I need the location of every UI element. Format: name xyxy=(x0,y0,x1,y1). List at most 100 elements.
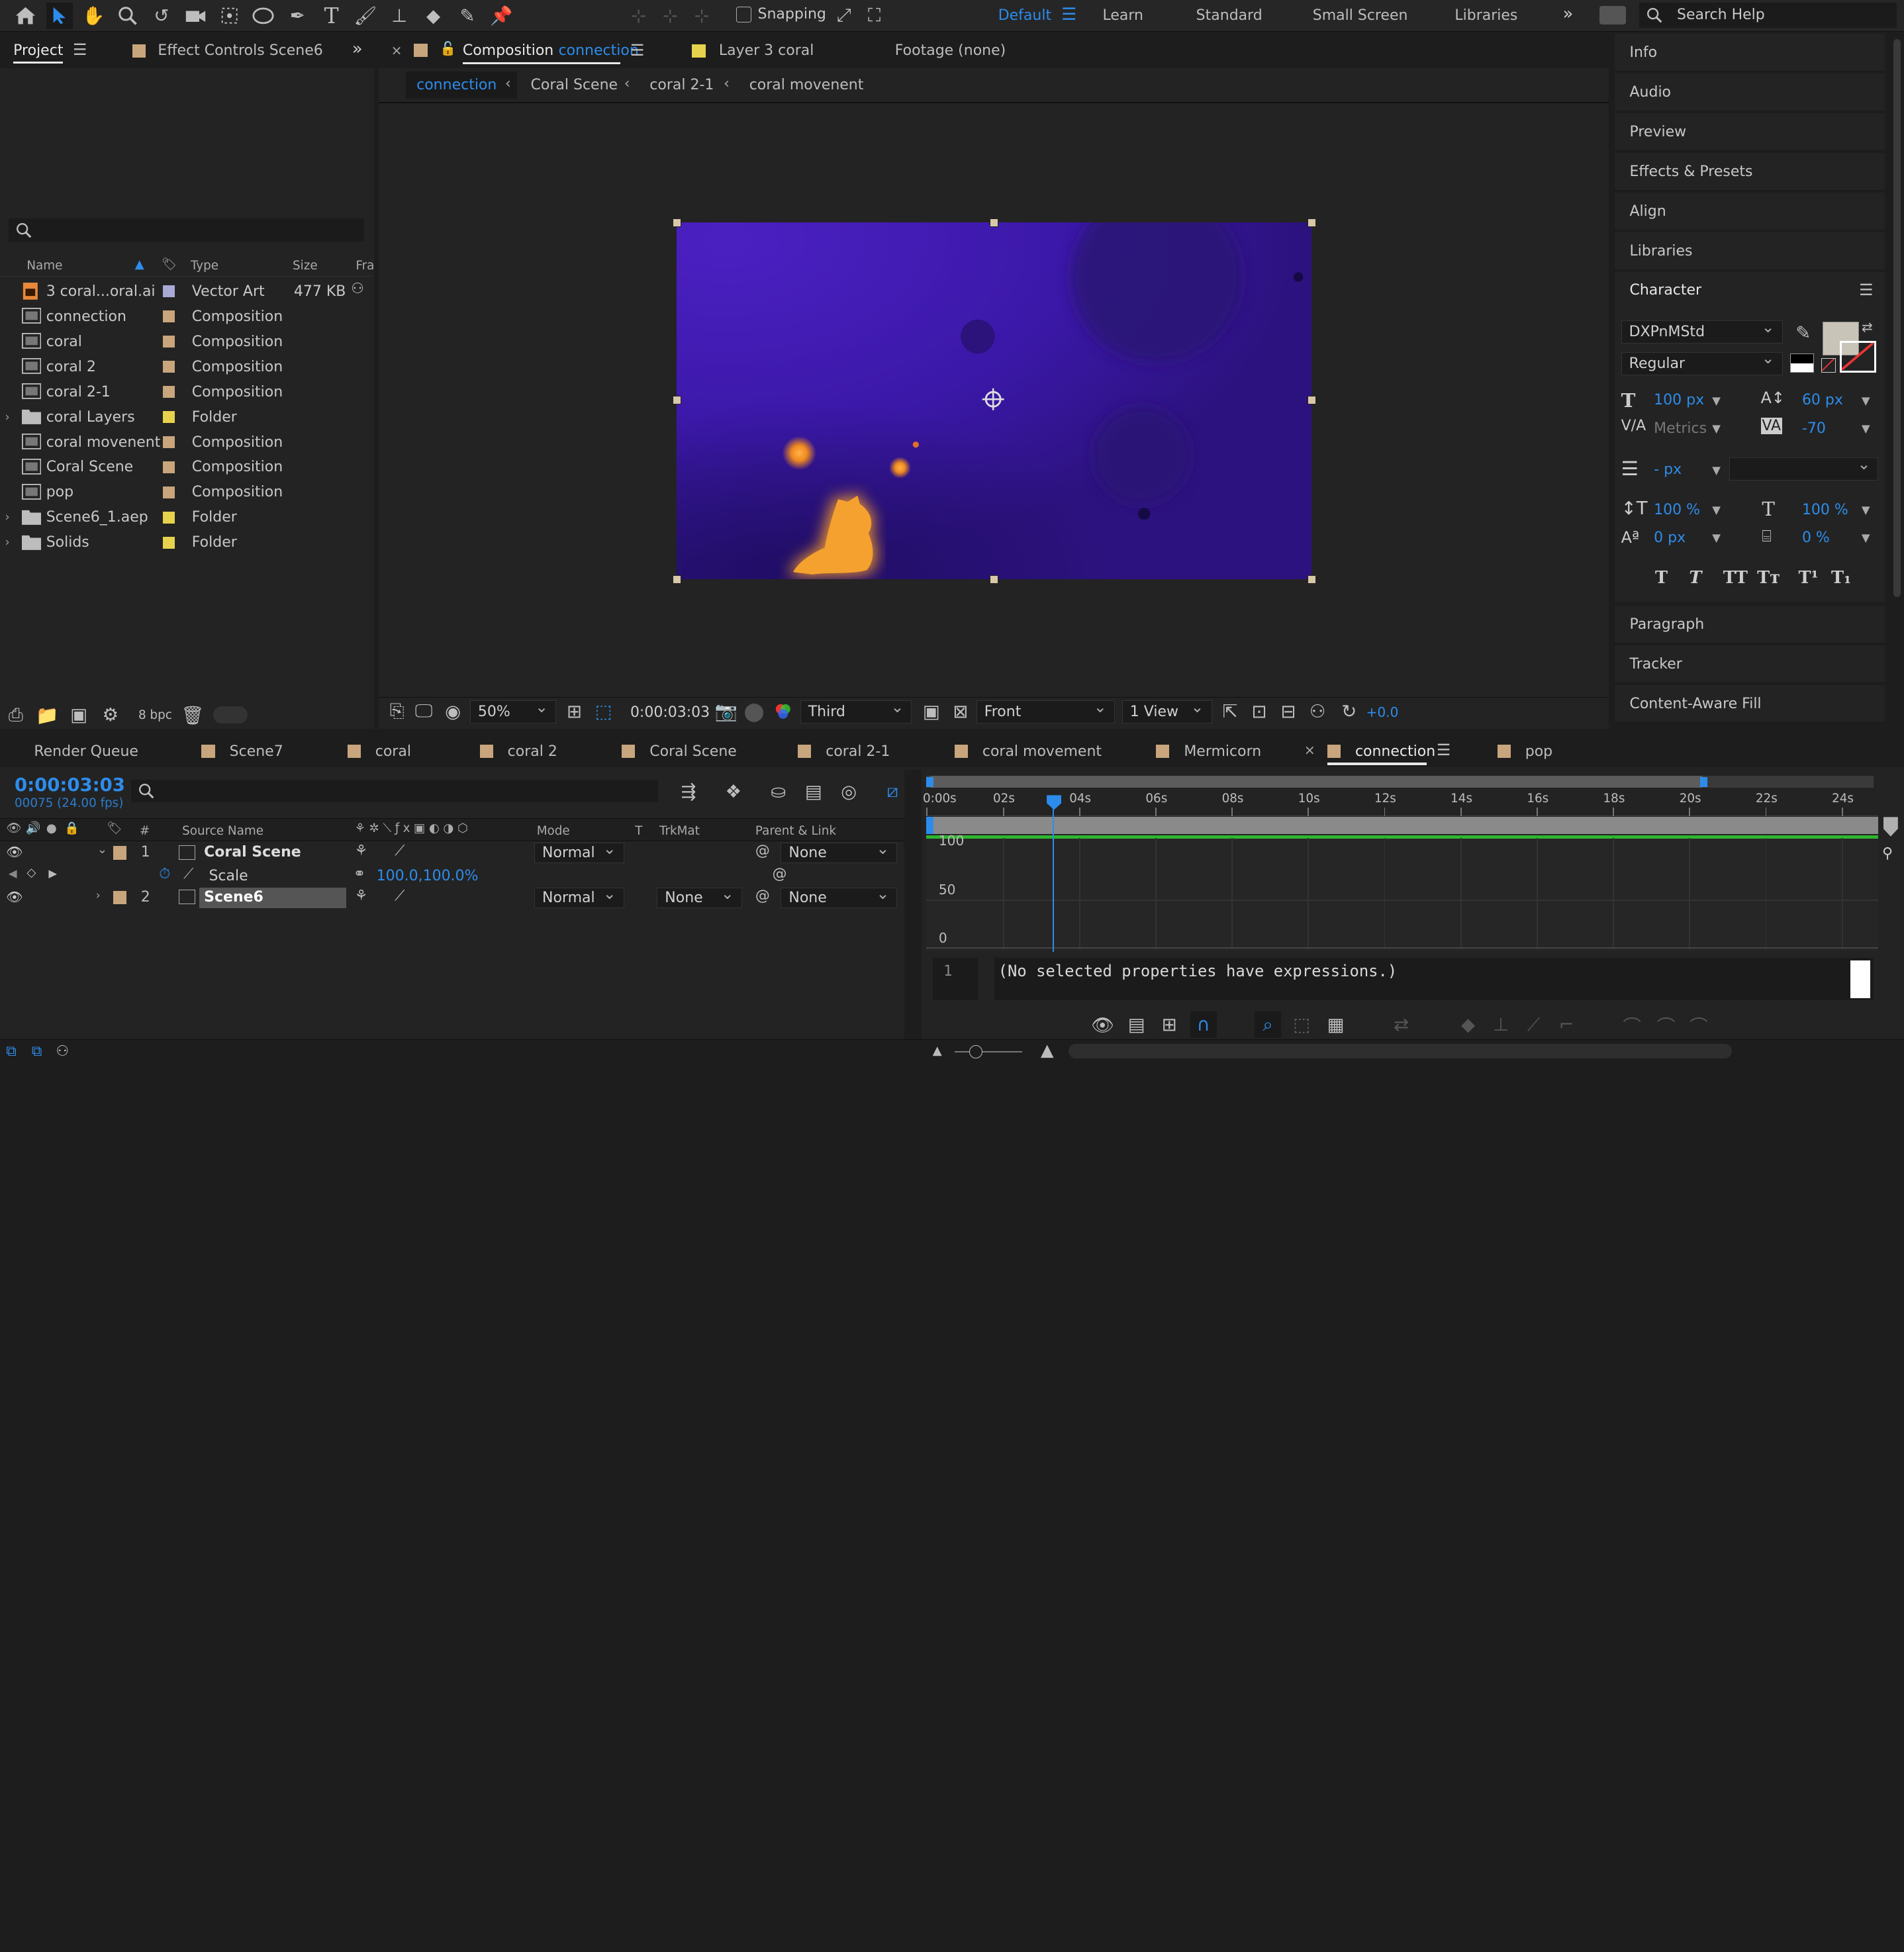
baseline-shift-arrow-icon[interactable]: ▼ xyxy=(1712,532,1721,544)
column-mode[interactable]: Mode xyxy=(537,824,570,838)
timeline-scrollbar[interactable] xyxy=(1069,1044,1732,1059)
project-item[interactable]: coral Composition xyxy=(0,330,371,354)
swap-colors-icon[interactable]: ⇄ xyxy=(1862,319,1873,335)
horizontal-scale-arrow-icon[interactable]: ▼ xyxy=(1862,504,1870,516)
type-tool-icon[interactable]: T xyxy=(318,3,344,29)
transform-handle[interactable] xyxy=(673,575,681,584)
timeline-icon[interactable]: ⊟ xyxy=(1275,698,1302,725)
panel-preview[interactable]: Preview xyxy=(1615,113,1885,152)
project-item-label[interactable] xyxy=(162,410,175,424)
anchor-point-icon[interactable] xyxy=(980,386,1006,412)
workspace-overflow-icon[interactable]: » xyxy=(1563,4,1574,24)
timeline-tab-coral-2-1[interactable]: coral 2-1 xyxy=(798,741,890,763)
video-column-icon[interactable]: 👁 xyxy=(6,821,21,835)
font-family-dropdown[interactable]: DXPnMStd xyxy=(1621,318,1783,344)
breadcrumb-coral-scene[interactable]: Coral Scene xyxy=(531,77,618,93)
pick-whip-icon[interactable]: @ xyxy=(755,843,770,859)
hold-keyframe-icon[interactable]: ⊥ xyxy=(1488,1011,1514,1038)
blend-mode-dropdown[interactable]: Normal xyxy=(534,839,624,864)
snapping-checkbox[interactable] xyxy=(736,6,752,23)
project-item-label[interactable] xyxy=(162,385,175,398)
leading-value[interactable]: 60 px xyxy=(1802,392,1843,408)
search-help-field[interactable]: Search Help xyxy=(1639,2,1897,28)
hand-tool-icon[interactable]: ✋ xyxy=(80,3,107,29)
vertical-scale-value[interactable]: 100 % xyxy=(1654,502,1700,518)
tsume-value[interactable]: 0 % xyxy=(1802,530,1830,546)
pick-whip-icon[interactable]: @ xyxy=(755,888,770,904)
project-item[interactable]: coral movenent Composition xyxy=(0,430,371,455)
layer-expand-icon[interactable]: › xyxy=(96,889,101,902)
project-menu-icon[interactable]: ☰ xyxy=(73,40,87,59)
tab-footage[interactable]: Footage (none) xyxy=(895,42,1006,59)
type-style-button[interactable]: TT xyxy=(1723,568,1748,588)
work-area-end-handle[interactable] xyxy=(1699,776,1707,787)
axis-local-icon[interactable]: ⊹ xyxy=(626,3,652,29)
draft-3d-icon[interactable]: ❖ xyxy=(720,778,747,805)
project-item[interactable]: › Scene6_1.aep Folder xyxy=(0,506,371,530)
fit-selection-icon[interactable]: ⬚ xyxy=(1288,1011,1315,1038)
sync-settings-icon[interactable] xyxy=(1599,6,1626,24)
transparency-grid-icon[interactable]: ▣ xyxy=(918,698,945,725)
add-keyframe-icon[interactable]: ◇ xyxy=(26,866,36,880)
font-size-arrow-icon[interactable]: ▼ xyxy=(1712,395,1721,407)
switches-column-icons[interactable]: ⚘✲⟍ƒx▣◐◑⬡ xyxy=(355,821,472,835)
eraser-tool-icon[interactable]: ◆ xyxy=(420,3,446,29)
sort-ascending-icon[interactable]: ▲ xyxy=(135,257,144,271)
eyedropper-icon[interactable]: ✎ xyxy=(1790,319,1817,346)
new-folder-icon[interactable]: 📁 xyxy=(36,702,58,728)
share-view-icon[interactable]: ⇱ xyxy=(1217,698,1243,725)
column-parent-link[interactable]: Parent & Link xyxy=(755,824,836,838)
project-item[interactable]: pop Composition xyxy=(0,481,371,505)
layer-label-swatch[interactable] xyxy=(113,891,126,905)
no-fill-icon[interactable] xyxy=(1821,358,1836,373)
workspace-learn[interactable]: Learn xyxy=(1102,7,1143,24)
linear-keyframe-icon[interactable]: ⟋ xyxy=(1520,1011,1547,1038)
type-style-button[interactable]: T xyxy=(1689,568,1701,588)
color-channels-icon[interactable] xyxy=(775,703,792,720)
transform-box-icon[interactable]: ⊞ xyxy=(1156,1011,1182,1038)
magnification-dropdown[interactable]: 50% xyxy=(469,698,557,724)
panel-tracker[interactable]: Tracker xyxy=(1615,645,1885,684)
parent-dropdown[interactable]: None xyxy=(781,884,898,908)
axis-world-icon[interactable]: ⊹ xyxy=(657,3,683,29)
type-style-button[interactable]: T¹ xyxy=(1798,568,1818,588)
tab-project[interactable]: Project xyxy=(13,42,64,64)
shy-layers-icon[interactable]: ⛀ xyxy=(765,778,792,805)
tab-composition[interactable]: Composition connection xyxy=(463,42,639,59)
type-style-button[interactable]: T xyxy=(1655,568,1668,588)
default-colors-icon[interactable] xyxy=(1789,353,1815,373)
next-keyframe-icon[interactable]: ▶ xyxy=(48,867,57,880)
roto-brush-tool-icon[interactable]: ✎ xyxy=(454,3,481,29)
zoom-tool-icon[interactable] xyxy=(114,3,140,29)
view-layout-dropdown[interactable]: 1 View xyxy=(1121,698,1212,724)
workspace-standard[interactable]: Standard xyxy=(1196,7,1262,24)
font-style-dropdown[interactable]: Regular xyxy=(1621,349,1783,375)
stroke-width-arrow-icon[interactable]: ▼ xyxy=(1712,464,1721,477)
easy-ease-icon[interactable]: ⌒ xyxy=(1619,1011,1645,1038)
folder-expand-icon[interactable]: › xyxy=(5,535,9,549)
breadcrumb-connection[interactable]: connection xyxy=(416,77,497,93)
timeline-current-time[interactable]: 0:00:03:03 xyxy=(15,774,125,796)
tracking-arrow-icon[interactable]: ▼ xyxy=(1862,422,1870,435)
monitor-icon[interactable]: 🖵 xyxy=(410,698,437,725)
easy-ease-in-icon[interactable]: ⌒ xyxy=(1652,1011,1679,1038)
tab-effect-controls[interactable]: Effect Controls Scene6 xyxy=(132,42,323,59)
region-of-interest-icon[interactable]: ⬚ xyxy=(590,698,616,725)
stroke-width-value[interactable]: - px xyxy=(1654,461,1682,478)
character-menu-icon[interactable]: ☰ xyxy=(1859,281,1873,299)
track-matte-dropdown[interactable]: None xyxy=(657,884,742,908)
timeline-tab-coral[interactable]: coral xyxy=(347,741,411,763)
column-type[interactable]: Type xyxy=(191,259,218,273)
layer-1-duration-bar[interactable] xyxy=(926,817,1879,835)
panel-audio[interactable]: Audio xyxy=(1615,73,1885,112)
layer-name[interactable]: Coral Scene xyxy=(204,844,301,860)
axis-view-icon[interactable]: ⊹ xyxy=(689,3,715,29)
camera-tool-icon[interactable] xyxy=(182,3,209,29)
snap-icon[interactable]: ∩ xyxy=(1190,1011,1217,1039)
right-scrollbar[interactable] xyxy=(1889,34,1904,729)
kerning-value[interactable]: Metrics xyxy=(1654,420,1707,437)
folder-expand-icon[interactable]: › xyxy=(5,410,9,424)
project-item[interactable]: coral 2-1 Composition xyxy=(0,380,371,404)
layer-in-point-handle[interactable] xyxy=(926,817,934,835)
pen-tool-icon[interactable]: ✒ xyxy=(284,3,310,29)
